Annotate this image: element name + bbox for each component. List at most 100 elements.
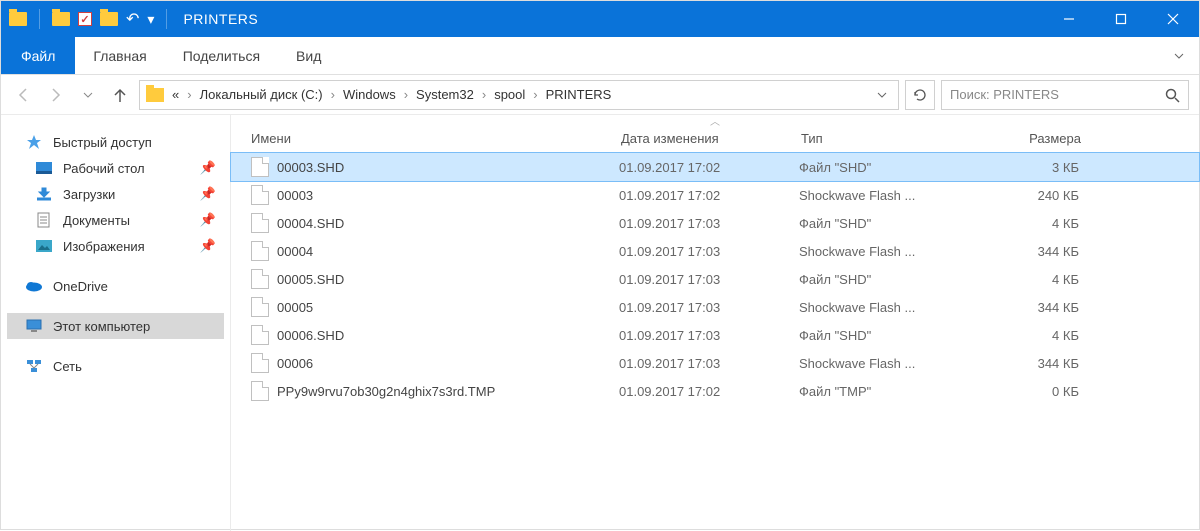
file-icon (251, 353, 269, 373)
file-date: 01.09.2017 17:03 (619, 244, 799, 259)
close-button[interactable] (1147, 1, 1199, 37)
table-row[interactable]: 00006.SHD01.09.2017 17:03Файл "SHD"4 КБ (231, 321, 1199, 349)
window-controls (1043, 1, 1199, 37)
this-pc-icon (25, 318, 43, 334)
file-date: 01.09.2017 17:02 (619, 188, 799, 203)
quick-access-header[interactable]: Быстрый доступ (7, 129, 224, 155)
search-placeholder: Поиск: PRINTERS (950, 87, 1059, 102)
divider (166, 9, 167, 29)
tab-share[interactable]: Поделиться (165, 37, 278, 74)
sidebar-item-desktop[interactable]: Рабочий стол 📌 (7, 155, 224, 181)
recent-dropdown[interactable] (75, 82, 101, 108)
quick-access-toolbar: ↶ ▾ (9, 9, 171, 29)
file-type: Файл "SHD" (799, 328, 979, 343)
file-size: 344 КБ (979, 244, 1099, 259)
file-icon (251, 269, 269, 289)
sidebar-item-label: OneDrive (53, 279, 108, 294)
folder-icon[interactable] (9, 12, 27, 26)
sidebar-item-label: Загрузки (63, 187, 115, 202)
new-folder-icon[interactable] (100, 12, 118, 26)
body: Быстрый доступ Рабочий стол 📌 Загрузки 📌… (1, 115, 1199, 531)
tab-home[interactable]: Главная (75, 37, 164, 74)
expand-ribbon-icon[interactable] (1159, 37, 1199, 74)
file-date: 01.09.2017 17:03 (619, 356, 799, 371)
file-date: 01.09.2017 17:03 (619, 328, 799, 343)
onedrive-icon (25, 278, 43, 294)
address-bar: « › Локальный диск (C:) › Windows › Syst… (1, 75, 1199, 115)
column-size[interactable]: Размера (981, 131, 1101, 146)
table-row[interactable]: 0000501.09.2017 17:03Shockwave Flash ...… (231, 293, 1199, 321)
minimize-button[interactable] (1043, 1, 1095, 37)
file-type: Shockwave Flash ... (799, 356, 979, 371)
sidebar-item-this-pc[interactable]: Этот компьютер (7, 313, 224, 339)
breadcrumb[interactable]: Локальный диск (C:) (198, 87, 325, 102)
properties-icon[interactable] (78, 12, 92, 26)
file-date: 01.09.2017 17:03 (619, 216, 799, 231)
chevron-right-icon[interactable]: › (185, 87, 193, 102)
chevron-right-icon[interactable]: › (402, 87, 410, 102)
address-dropdown-icon[interactable] (870, 89, 894, 101)
file-name: 00005 (277, 300, 619, 315)
file-type: Файл "TMP" (799, 384, 979, 399)
breadcrumb[interactable]: Windows (341, 87, 398, 102)
file-icon (251, 241, 269, 261)
file-date: 01.09.2017 17:02 (619, 160, 799, 175)
file-size: 3 КБ (979, 160, 1099, 175)
file-type: Shockwave Flash ... (799, 300, 979, 315)
breadcrumb[interactable]: PRINTERS (544, 87, 614, 102)
sidebar-item-network[interactable]: Сеть (7, 353, 224, 379)
file-name: 00003.SHD (277, 160, 619, 175)
chevron-right-icon[interactable]: › (531, 87, 539, 102)
table-row[interactable]: 00004.SHD01.09.2017 17:03Файл "SHD"4 КБ (231, 209, 1199, 237)
chevron-right-icon[interactable]: › (480, 87, 488, 102)
sidebar-item-label: Этот компьютер (53, 319, 150, 334)
pin-icon: 📌 (200, 212, 216, 228)
column-type[interactable]: Тип (801, 131, 981, 146)
undo-icon[interactable]: ↶ (126, 9, 139, 29)
pin-icon: 📌 (200, 186, 216, 202)
sidebar-item-documents[interactable]: Документы 📌 (7, 207, 224, 233)
table-row[interactable]: 0000401.09.2017 17:03Shockwave Flash ...… (231, 237, 1199, 265)
sidebar-item-label: Сеть (53, 359, 82, 374)
file-size: 240 КБ (979, 188, 1099, 203)
breadcrumb[interactable]: System32 (414, 87, 476, 102)
folder-icon (146, 88, 164, 102)
back-button[interactable] (11, 82, 37, 108)
sidebar-item-pictures[interactable]: Изображения 📌 (7, 233, 224, 259)
table-row[interactable]: 00003.SHD01.09.2017 17:02Файл "SHD"3 КБ (231, 153, 1199, 181)
file-type: Файл "SHD" (799, 272, 979, 287)
sidebar-item-onedrive[interactable]: OneDrive (7, 273, 224, 299)
column-headers: Имени Дата изменения Тип Размера (231, 125, 1199, 153)
quick-access-label: Быстрый доступ (53, 135, 152, 150)
search-icon[interactable] (1164, 87, 1180, 103)
file-name: PPy9w9rvu7ob30g2n4ghix7s3rd.TMP (277, 384, 619, 399)
up-button[interactable] (107, 82, 133, 108)
redo-icon[interactable]: ▾ (147, 11, 154, 28)
tab-view[interactable]: Вид (278, 37, 339, 74)
breadcrumb[interactable]: « (170, 87, 181, 102)
table-row[interactable]: 0000601.09.2017 17:03Shockwave Flash ...… (231, 349, 1199, 377)
column-grip[interactable]: ︿ (231, 115, 1199, 125)
column-date[interactable]: Дата изменения (621, 131, 801, 146)
column-name[interactable]: Имени (251, 131, 621, 146)
breadcrumb[interactable]: spool (492, 87, 527, 102)
chevron-right-icon[interactable]: › (329, 87, 337, 102)
file-size: 4 КБ (979, 272, 1099, 287)
search-input[interactable]: Поиск: PRINTERS (941, 80, 1189, 110)
table-row[interactable]: 00005.SHD01.09.2017 17:03Файл "SHD"4 КБ (231, 265, 1199, 293)
ribbon: Файл Главная Поделиться Вид (1, 37, 1199, 75)
star-icon (25, 134, 43, 150)
folder-icon[interactable] (52, 12, 70, 26)
table-row[interactable]: PPy9w9rvu7ob30g2n4ghix7s3rd.TMP01.09.201… (231, 377, 1199, 405)
divider (39, 9, 40, 29)
sidebar-item-downloads[interactable]: Загрузки 📌 (7, 181, 224, 207)
network-icon (25, 358, 43, 374)
file-type: Shockwave Flash ... (799, 244, 979, 259)
address-box[interactable]: « › Локальный диск (C:) › Windows › Syst… (139, 80, 899, 110)
refresh-button[interactable] (905, 80, 935, 110)
file-tab[interactable]: Файл (1, 37, 75, 74)
maximize-button[interactable] (1095, 1, 1147, 37)
table-row[interactable]: 0000301.09.2017 17:02Shockwave Flash ...… (231, 181, 1199, 209)
forward-button[interactable] (43, 82, 69, 108)
file-icon (251, 157, 269, 177)
